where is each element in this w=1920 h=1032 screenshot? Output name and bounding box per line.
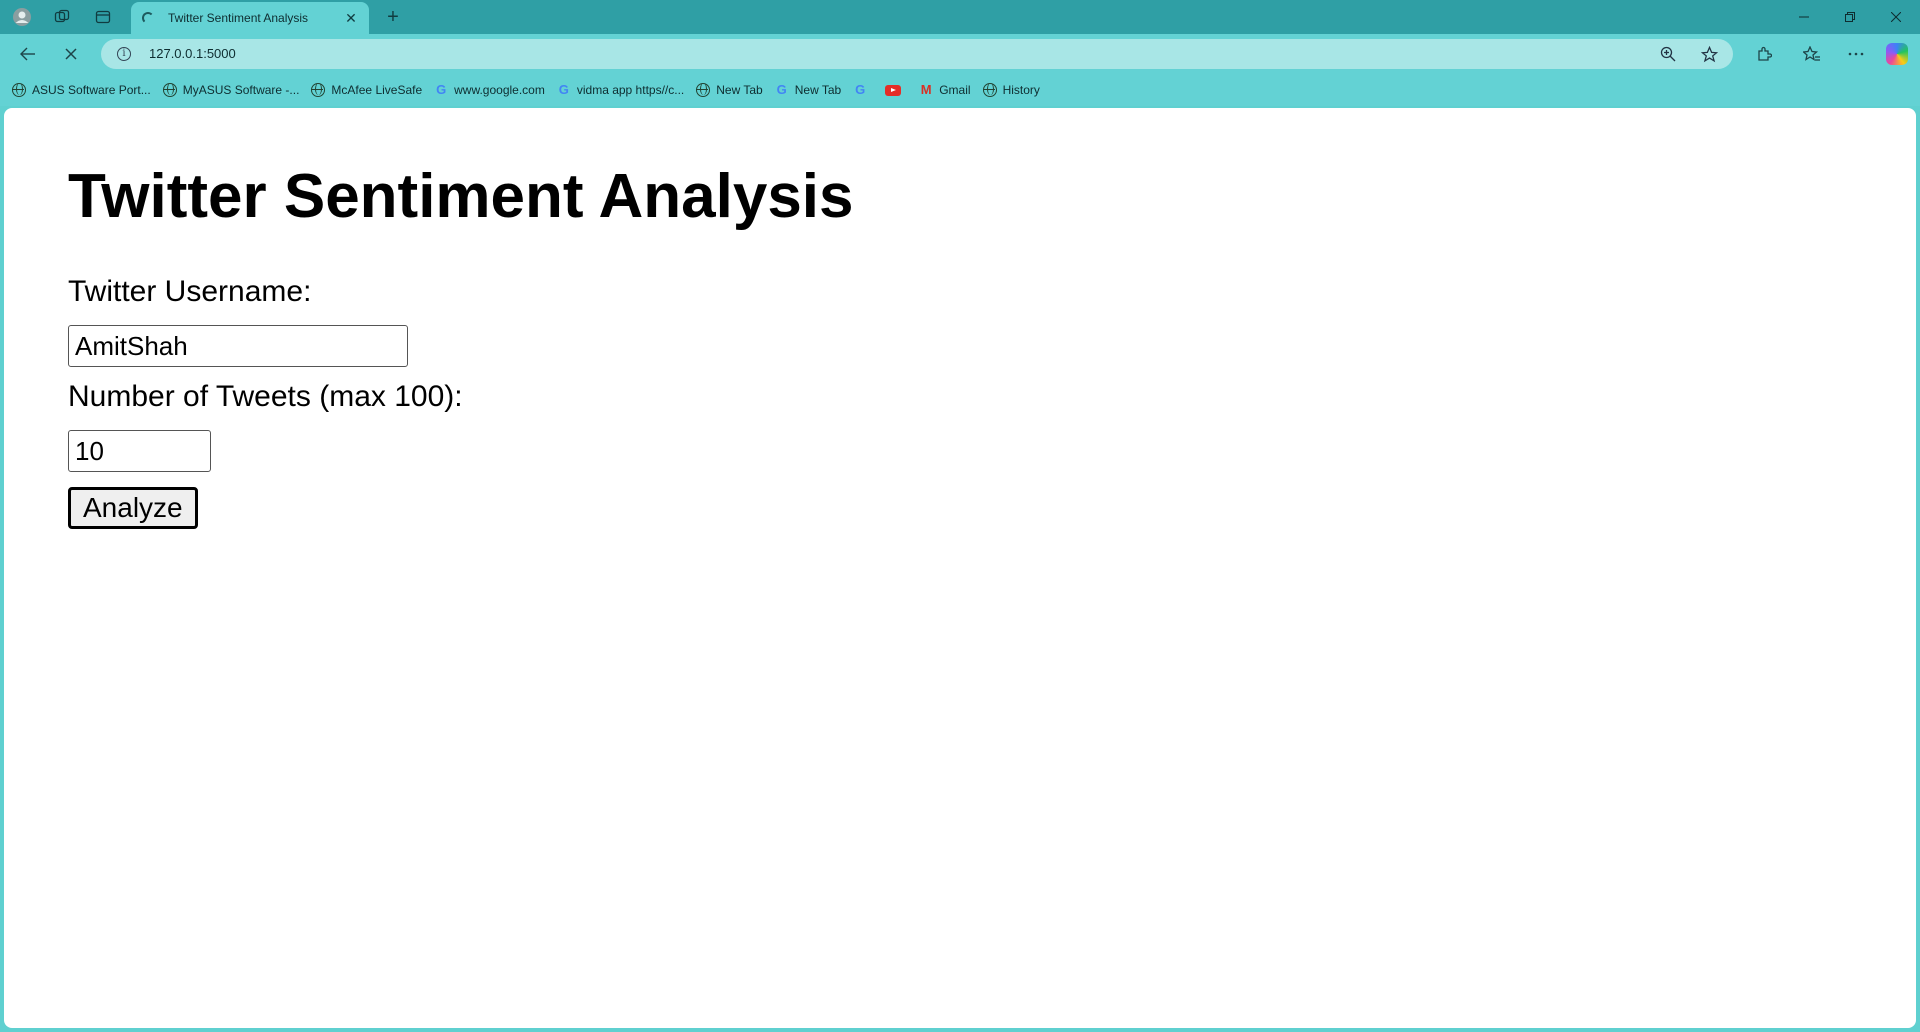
profile-icon[interactable] (5, 5, 39, 29)
bookmark-mcafee-livesafe[interactable]: McAfee LiveSafe (309, 78, 429, 102)
google-icon: G (776, 82, 787, 97)
gmail-icon: M (920, 82, 932, 97)
google-icon: G (558, 82, 569, 97)
address-url[interactable]: 127.0.0.1:5000 (149, 46, 236, 61)
favorite-star-icon[interactable] (1696, 42, 1722, 66)
bookmark-youtube[interactable] (883, 78, 914, 102)
tweet-count-label: Number of Tweets (max 100): (68, 380, 463, 413)
globe-icon (696, 83, 711, 97)
vertical-tabs-icon[interactable] (86, 5, 120, 29)
globe-icon (982, 83, 997, 97)
bookmark-myasus-software[interactable]: MyASUS Software -... (161, 78, 307, 102)
bookmark-vidma-app[interactable]: G vidma app https//c... (555, 78, 691, 102)
tweet-count-input[interactable] (68, 430, 211, 472)
globe-icon (311, 83, 326, 97)
back-arrow-icon[interactable] (12, 40, 44, 68)
copilot-icon[interactable] (1886, 43, 1908, 65)
bookmark-asus-software-portal[interactable]: ASUS Software Port... (10, 78, 158, 102)
google-icon: G (436, 82, 447, 97)
bookmark-new-tab-google[interactable]: G New Tab (773, 78, 848, 102)
minimize-icon[interactable] (1781, 0, 1827, 34)
analyze-button[interactable]: Analyze (68, 487, 198, 529)
page-viewport: Twitter Sentiment Analysis Twitter Usern… (4, 108, 1916, 1028)
bookmark-history[interactable]: History (981, 78, 1047, 102)
page-content: Twitter Sentiment Analysis Twitter Usern… (68, 166, 854, 529)
page-title: Twitter Sentiment Analysis (68, 162, 854, 231)
more-menu-icon[interactable] (1840, 40, 1872, 68)
tab-title: Twitter Sentiment Analysis (168, 11, 309, 25)
favorites-icon[interactable] (1796, 40, 1828, 68)
bookmark-google-icon-only[interactable]: G (851, 78, 880, 102)
close-window-icon[interactable] (1873, 0, 1919, 34)
tab-twitter-sentiment[interactable]: Twitter Sentiment Analysis ✕ (131, 2, 369, 34)
close-tab-icon[interactable]: ✕ (341, 8, 361, 28)
bookmark-gmail[interactable]: M Gmail (917, 78, 977, 102)
extensions-icon[interactable] (1748, 40, 1780, 68)
restore-icon[interactable] (1827, 0, 1873, 34)
username-label: Twitter Username: (68, 275, 312, 308)
sentiment-form: Twitter Username: Number of Tweets (max … (68, 275, 854, 529)
loading-spinner-icon (142, 12, 154, 24)
address-bar[interactable]: i 127.0.0.1:5000 (101, 39, 1733, 69)
youtube-icon (885, 84, 902, 96)
globe-icon (162, 83, 177, 97)
site-info-icon[interactable]: i (117, 47, 131, 61)
globe-icon (12, 83, 26, 97)
username-input[interactable] (68, 325, 408, 367)
zoom-icon[interactable] (1655, 42, 1681, 66)
browser-toolbar: i 127.0.0.1:5000 (0, 34, 1920, 74)
title-bar: Twitter Sentiment Analysis ✕ + (0, 0, 1920, 34)
google-icon: G (855, 82, 866, 97)
workspaces-icon[interactable] (45, 5, 79, 29)
stop-loading-icon[interactable] (55, 40, 87, 68)
new-tab-plus-icon[interactable]: + (380, 5, 406, 29)
bookmarks-bar: ASUS Software Port... MyASUS Software -.… (0, 74, 1920, 106)
bookmark-google[interactable]: G www.google.com (432, 78, 552, 102)
bookmark-new-tab[interactable]: New Tab (694, 78, 769, 102)
